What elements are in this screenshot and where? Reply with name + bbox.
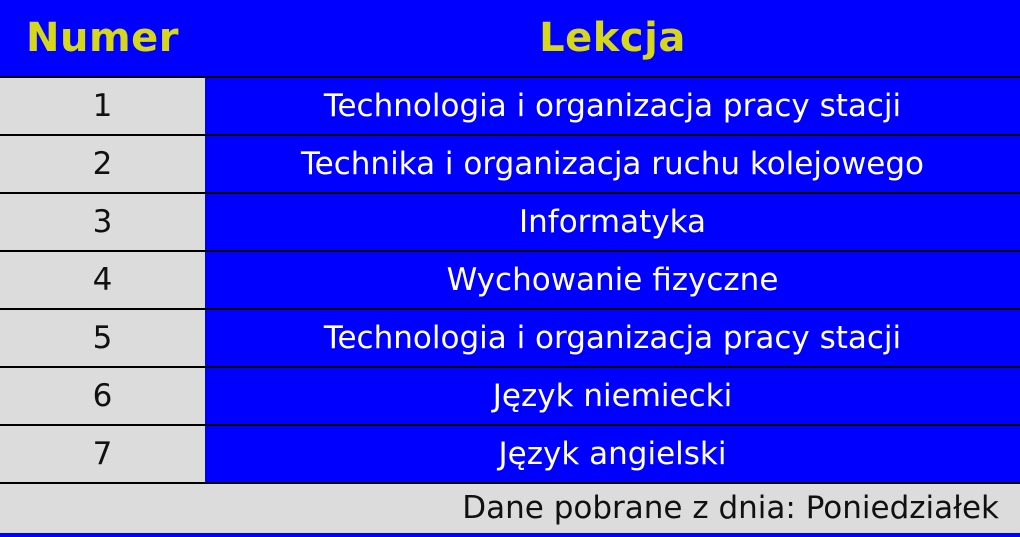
data-date-footer: Dane pobrane z dnia: Poniedziałek — [0, 482, 1020, 537]
row-lesson: Technika i organizacja ruchu kolejowego — [205, 136, 1020, 192]
table-row: 5 Technologia i organizacja pracy stacji — [0, 308, 1020, 366]
bottom-accent-bar — [0, 533, 1020, 537]
schedule-screen: Numer Lekcja 1 Technologia i organizacja… — [0, 0, 1020, 537]
table-row: 7 Język angielski — [0, 424, 1020, 482]
schedule-table: 1 Technologia i organizacja pracy stacji… — [0, 76, 1020, 482]
schedule-header: Numer Lekcja — [0, 0, 1020, 76]
row-number: 2 — [0, 136, 205, 192]
header-lesson: Lekcja — [539, 15, 686, 61]
row-lesson: Język angielski — [205, 426, 1020, 482]
row-lesson: Wychowanie fizyczne — [205, 252, 1020, 308]
table-row: 6 Język niemiecki — [0, 366, 1020, 424]
table-row: 2 Technika i organizacja ruchu kolejoweg… — [0, 134, 1020, 192]
table-row: 3 Informatyka — [0, 192, 1020, 250]
row-lesson: Informatyka — [205, 194, 1020, 250]
row-number: 7 — [0, 426, 205, 482]
row-number: 1 — [0, 78, 205, 134]
row-number: 4 — [0, 252, 205, 308]
table-row: 1 Technologia i organizacja pracy stacji — [0, 76, 1020, 134]
row-number: 5 — [0, 310, 205, 366]
row-lesson: Język niemiecki — [205, 368, 1020, 424]
row-lesson: Technologia i organizacja pracy stacji — [205, 78, 1020, 134]
data-date-text: Dane pobrane z dnia: Poniedziałek — [462, 490, 999, 526]
row-lesson: Technologia i organizacja pracy stacji — [205, 310, 1020, 366]
row-number: 6 — [0, 368, 205, 424]
header-number: Numer — [26, 15, 179, 61]
table-row: 4 Wychowanie fizyczne — [0, 250, 1020, 308]
row-number: 3 — [0, 194, 205, 250]
